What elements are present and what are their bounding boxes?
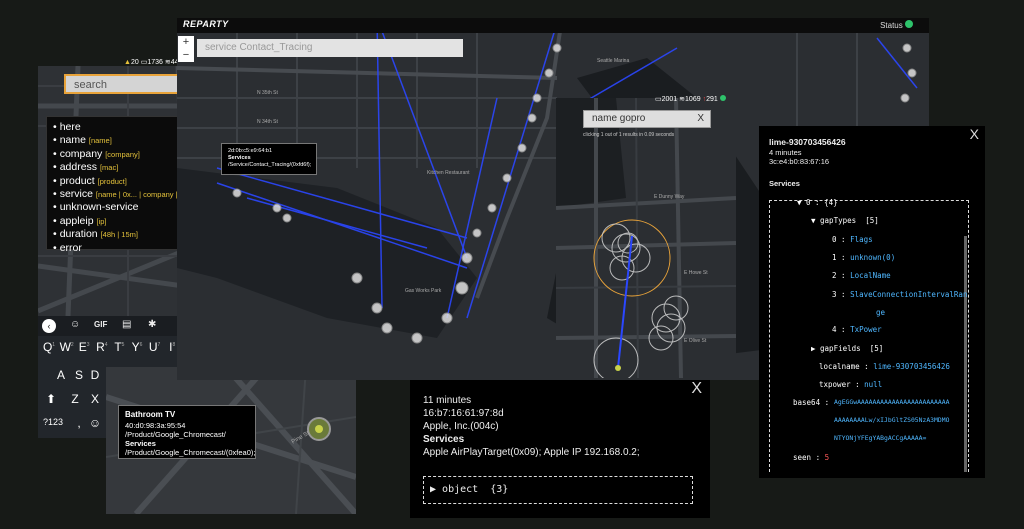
key-y[interactable]: Y6 <box>130 340 144 354</box>
json-seen: seen : 5 <box>793 453 830 462</box>
json-scrollbar[interactable] <box>964 236 967 472</box>
device-detail-panel: X 11 minutes 16:b7:16:61:97:8d Apple, In… <box>410 380 710 518</box>
json-mac: 3c:e4:b0:83:67:16 <box>769 157 830 166</box>
key-q[interactable]: Q1 <box>42 340 56 354</box>
comma-key[interactable]: , <box>72 416 86 430</box>
detail-services: Apple AirPlayTarget(0x09); Apple IP 192.… <box>423 447 640 458</box>
key-x[interactable]: X <box>88 392 102 406</box>
status-dot <box>905 20 913 28</box>
key-e[interactable]: E3 <box>77 340 91 354</box>
json-gaptype-4: 4 : TxPower <box>832 325 882 334</box>
main-search-input[interactable]: service Contact_Tracing <box>197 39 463 57</box>
emoji-key[interactable]: ☺ <box>88 416 102 430</box>
key-z[interactable]: Z <box>68 392 82 406</box>
settings-icon[interactable]: ✱ <box>148 319 156 330</box>
json-gaptypes[interactable]: ▼ gapTypes [5] <box>811 216 879 225</box>
key-u[interactable]: U7 <box>148 340 162 354</box>
detail-duration: 11 minutes <box>423 395 472 406</box>
json-duration: 4 minutes <box>769 148 802 157</box>
json-gaptype-0: 0 : Flags <box>832 235 873 244</box>
top-bar: REPARTY Status <box>177 18 929 33</box>
right-stats: ▭2001 ≋1069 ↑291 <box>655 95 726 103</box>
street-label-gasworks: Gas Works Park <box>405 288 442 294</box>
json-gaptype-3: 3 : SlaveConnectionIntervalRan <box>832 290 968 299</box>
street-label-olive: E Olive St <box>684 338 707 344</box>
json-device-name: lime-930703456426 <box>769 137 846 147</box>
key-t[interactable]: T5 <box>112 340 126 354</box>
search-result-count: clicking 1 out of 1 results in 0.09 seco… <box>583 132 675 138</box>
street-label-dunny: E Dunny Way <box>654 194 685 200</box>
street-label-n34: N 34th St <box>257 119 278 125</box>
right-search-input[interactable]: name gopro X <box>583 110 711 128</box>
json-root[interactable]: ▼ 0 : {4} <box>797 198 838 207</box>
key-a[interactable]: A <box>54 368 68 382</box>
num-key[interactable]: ?123 <box>42 417 64 427</box>
key-r[interactable]: R4 <box>95 340 109 354</box>
json-base64-line-1: AAAAAAAALw/xIJbGltZS05NzA3MDMO <box>834 416 950 424</box>
json-base64-line-0: AgEGGwAAAAAAAAAAAAAAAAAAAAAAAA <box>834 398 950 406</box>
right-map[interactable]: E Dunny Way E Howe St E Olive St <box>556 98 736 378</box>
json-services-title: Services <box>769 179 800 188</box>
zoom-out-button[interactable]: − <box>178 49 194 62</box>
object-viewer[interactable]: ▶ object {3} <box>423 476 693 504</box>
json-gapfields[interactable]: ▶ gapFields [5] <box>811 344 883 353</box>
clipboard-icon[interactable]: ▤ <box>122 319 131 330</box>
object-expander[interactable]: ▶ object {3} <box>430 484 508 495</box>
json-inspector-panel: X lime-930703456426 4 minutes 3c:e4:b0:8… <box>759 126 985 478</box>
json-base64-key: base64 : <box>793 398 830 407</box>
close-button[interactable]: X <box>691 380 702 398</box>
detail-services-title: Services <box>423 434 465 445</box>
zoom-control[interactable]: + − <box>178 36 194 62</box>
gif-button[interactable]: GIF <box>94 320 107 329</box>
app-brand: REPARTY <box>183 19 229 29</box>
json-base64-line-2: NTYONjYFEgYABgACCgAAAAA= <box>834 434 927 442</box>
detail-mac: 16:b7:16:61:97:8d <box>423 408 504 419</box>
detail-company: Apple, Inc.(004c) <box>423 421 499 432</box>
contact-tooltip: 2d:0b:c5:e9:64:b1 Services /Service/Cont… <box>221 143 317 175</box>
street-label-marina: Seattle Marina <box>597 58 630 64</box>
json-txpower: txpower : null <box>819 380 883 389</box>
street-label-howe: E Howe St <box>684 270 708 276</box>
keyboard-back-icon[interactable]: ‹ <box>42 319 56 333</box>
clear-icon[interactable]: X <box>697 113 704 124</box>
tv-tooltip: Bathroom TV 40:d0:98:3a:95:54 /Product/G… <box>118 405 256 459</box>
status-indicator[interactable]: Status <box>880 20 913 30</box>
json-gaptype-3-wrap: ge <box>876 308 886 317</box>
right-map-canvas <box>556 98 736 378</box>
close-button[interactable]: X <box>970 126 979 142</box>
street-label-kitchen: Kitchen Restaurant <box>427 170 470 176</box>
zoom-in-button[interactable]: + <box>178 36 194 49</box>
sticker-icon[interactable]: ☺ <box>70 319 80 330</box>
key-w[interactable]: W2 <box>60 340 74 354</box>
shift-key[interactable]: ⬆ <box>44 392 58 406</box>
street-label-n35: N 35th St <box>257 90 278 96</box>
json-localname: localname : lime-930703456426 <box>819 362 950 371</box>
left-search-input[interactable]: search X <box>64 74 194 94</box>
json-gaptype-2: 2 : LocalName <box>832 271 891 280</box>
json-gaptype-1: 1 : unknown(0) <box>832 253 896 262</box>
key-s[interactable]: S <box>72 368 86 382</box>
key-d[interactable]: D <box>88 368 102 382</box>
